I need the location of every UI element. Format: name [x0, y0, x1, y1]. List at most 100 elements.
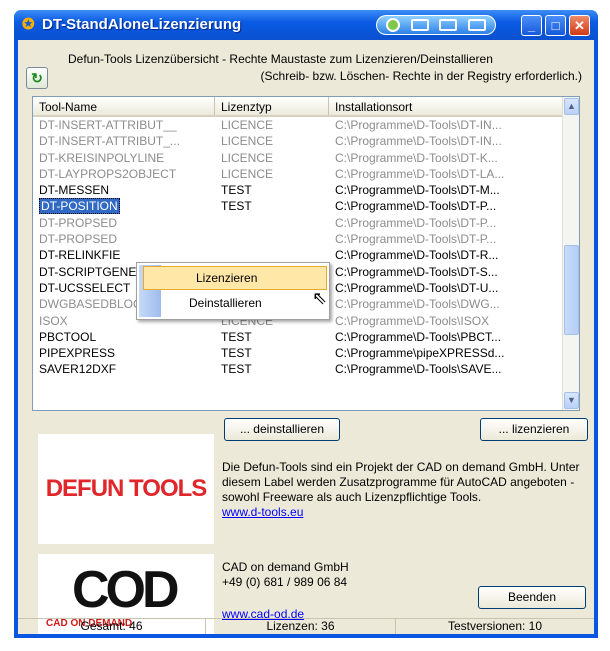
table-row[interactable]: DT-PROPSED C:\Programme\D-Tools\DT-P... [33, 215, 563, 231]
table-row[interactable]: DT-INSERT-ATTRIBUT_... LICENCE C:\Programm… [33, 133, 563, 149]
cell-path: C:\Programme\D-Tools\ISOX [329, 313, 563, 329]
maximize-button[interactable]: □ [545, 15, 566, 36]
header-line-1: Defun-Tools Lizenzübersicht - Rechte Mau… [68, 52, 493, 66]
client-area: ↻ Defun-Tools Lizenzübersicht - Rechte M… [18, 40, 594, 634]
table-row[interactable]: PBCTOOL TEST C:\Programme\D-Tools\PBCT... [33, 329, 563, 345]
cell-text-path: C:\Programme\D-Tools\DWG... [335, 297, 500, 312]
cell-text-path: C:\Programme\D-Tools\DT-S... [335, 264, 498, 279]
cell-text-name: DT-INSERT-ATTRIBUT__ [39, 118, 177, 132]
cell-path: C:\Programme\D-Tools\DT-S... [329, 264, 563, 280]
deinstall-button[interactable]: ... deinstallieren [224, 418, 340, 441]
defun-tools-logo: DEFUN TOOLS [38, 434, 214, 544]
cod-logo-text: COD [72, 561, 180, 619]
title-bar[interactable]: ✪ DT-StandAloneLizenzierung _ □ ✕ [14, 10, 598, 40]
window-title: DT-StandAloneLizenzierung [42, 16, 242, 33]
cell-path: C:\Programme\D-Tools\DT-IN... [329, 133, 563, 149]
titlebar-tray [376, 15, 496, 35]
scroll-down-arrow-icon[interactable]: ▼ [564, 392, 579, 409]
cell-type: LICENCE [215, 133, 329, 149]
refresh-button[interactable]: ↻ [26, 67, 48, 89]
license-button[interactable]: ... lizenzieren [480, 418, 588, 441]
table-row[interactable]: DT-KREISINPOLYLINE LICENCE C:\Programme\D-… [33, 150, 563, 166]
cell-text-path: C:\Programme\pipeXPRESSd... [335, 346, 505, 361]
cell-path: C:\Programme\D-Tools\DT-K... [329, 150, 563, 166]
cell-text-path: C:\Programme\D-Tools\DT-M... [335, 183, 500, 198]
table-row[interactable]: SAVER12DXF TEST C:\Programme\D-Tools\SAVE.… [33, 361, 563, 377]
minimize-button[interactable]: _ [521, 15, 542, 36]
cell-type [215, 215, 329, 231]
eye-icon [386, 18, 401, 32]
cell-text-path: C:\Programme\D-Tools\DT-P... [335, 199, 497, 214]
defun-logo-text: DEFUN TOOLS [45, 475, 208, 502]
cell-path: C:\Programme\pipeXPRESSd... [329, 345, 563, 361]
cell-name: SAVER12DXF [33, 361, 215, 377]
cell-path: C:\Programme\D-Tools\DT-LA... [329, 166, 563, 182]
cell-text-path: C:\Programme\D-Tools\ISOX [335, 313, 490, 328]
company-name: CAD on demand GmbH [222, 560, 349, 574]
cell-path: C:\Programme\D-Tools\DWG... [329, 296, 563, 312]
company-phone: +49 (0) 681 / 989 06 84 [222, 575, 348, 589]
vertical-scrollbar[interactable]: ▲ ▼ [562, 97, 579, 410]
scroll-up-arrow-icon[interactable]: ▲ [564, 98, 579, 115]
cell-name: DT-MESSEN [33, 182, 215, 198]
close-button[interactable]: ✕ [569, 15, 590, 36]
table-row[interactable]: DT-LAYPROPS2OBJECT LICENCE C:\Programme\D-… [33, 166, 563, 182]
cell-path: C:\Programme\D-Tools\SAVE... [329, 361, 563, 377]
mouse-pointer-icon: ⇖ [312, 288, 328, 308]
cell-text-name: PBCTOOL [39, 329, 97, 344]
menu-item-deinstallieren[interactable]: Deinstallieren [143, 292, 327, 316]
cell-type: TEST [215, 329, 329, 345]
cell-type: TEST [215, 198, 329, 214]
cell-text-path: C:\Programme\D-Tools\PBCT... [335, 329, 502, 344]
cell-type: LICENCE [215, 166, 329, 182]
menu-item-lizenzieren[interactable]: Lizenzieren [143, 266, 327, 290]
cell-path: C:\Programme\D-Tools\DT-P... [329, 231, 563, 247]
app-icon: ✪ [22, 16, 35, 33]
exit-button[interactable]: Beenden [478, 586, 586, 609]
cell-text-path: C:\Programme\D-Tools\DT-P... [335, 232, 497, 247]
status-licenses: Lizenzen: 36 [206, 619, 396, 634]
refresh-icon: ↻ [31, 70, 43, 86]
cell-path: C:\Programme\D-Tools\DT-M... [329, 182, 563, 198]
cell-text-name: PIPEXPRESS [39, 346, 116, 361]
cell-text-type: LICENCE [221, 150, 274, 165]
cell-text-name: DT-INSERT-ATTRIBUT_... [39, 134, 180, 149]
cell-type: TEST [215, 361, 329, 377]
cell-path: C:\Programme\D-Tools\DT-IN... [329, 117, 563, 133]
table-row[interactable]: DT-MESSEN TEST C:\Programme\D-Tools\DT-M..… [33, 182, 563, 198]
list-header: Tool-Name Lizenztyp Installationsort [33, 97, 579, 117]
cell-type [215, 231, 329, 247]
cell-name: DT-INSERT-ATTRIBUT_... [33, 133, 215, 149]
description-text: Die Defun-Tools sind ein Projekt der CAD… [222, 460, 580, 504]
column-header-name[interactable]: Tool-Name [33, 97, 215, 115]
cell-text-path: C:\Programme\D-Tools\DT-K... [335, 150, 498, 165]
company-address: CAD on demand GmbH +49 (0) 681 / 989 06 … [222, 560, 349, 590]
table-row[interactable]: DT-POSITION TEST C:\Programme\D-Tools\DT-P… [33, 198, 563, 215]
cell-text-type: TEST [221, 346, 252, 361]
table-row[interactable]: DT-PROPSED C:\Programme\D-Tools\DT-P... [33, 231, 563, 247]
cell-name: DT-KREISINPOLYLINE [33, 150, 215, 166]
cell-path: C:\Programme\D-Tools\DT-P... [329, 215, 563, 231]
cell-text-type: TEST [221, 183, 252, 198]
dtools-link[interactable]: www.d-tools.eu [222, 505, 303, 519]
column-header-type[interactable]: Lizenztyp [215, 97, 329, 115]
cell-text-path: C:\Programme\D-Tools\SAVE... [335, 362, 502, 377]
cell-name: PBCTOOL [33, 329, 215, 345]
cell-type: LICENCE [215, 117, 329, 133]
panel-icon [410, 19, 429, 31]
cell-text-name: DT-PROPSED [39, 215, 118, 230]
tool-list[interactable]: Tool-Name Lizenztyp Installationsort DT-… [32, 96, 580, 411]
header-line-2: (Schreib- bzw. Löschen- Rechte in der Re… [260, 69, 582, 83]
cell-text-type: TEST [221, 199, 252, 214]
cell-text-name: DT-LAYPROPS2OBJECT [39, 166, 177, 181]
scroll-thumb[interactable] [564, 245, 579, 335]
cell-text-name: DT-PROPSED [39, 232, 118, 247]
column-header-path[interactable]: Installationsort [329, 97, 563, 115]
cell-text-path: C:\Programme\D-Tools\DT-IN... [335, 118, 502, 132]
table-row[interactable]: PIPEXPRESS TEST C:\Programme\pipeXPRESSd..… [33, 345, 563, 361]
table-row[interactable]: DT-INSERT-ATTRIBUT__ LICENCE C:\Programme\… [33, 117, 563, 133]
cell-type: TEST [215, 182, 329, 198]
cell-path: C:\Programme\D-Tools\PBCT... [329, 329, 563, 345]
cell-text-path: C:\Programme\D-Tools\DT-LA... [335, 166, 505, 181]
cell-name: DT-PROPSED [33, 231, 215, 247]
